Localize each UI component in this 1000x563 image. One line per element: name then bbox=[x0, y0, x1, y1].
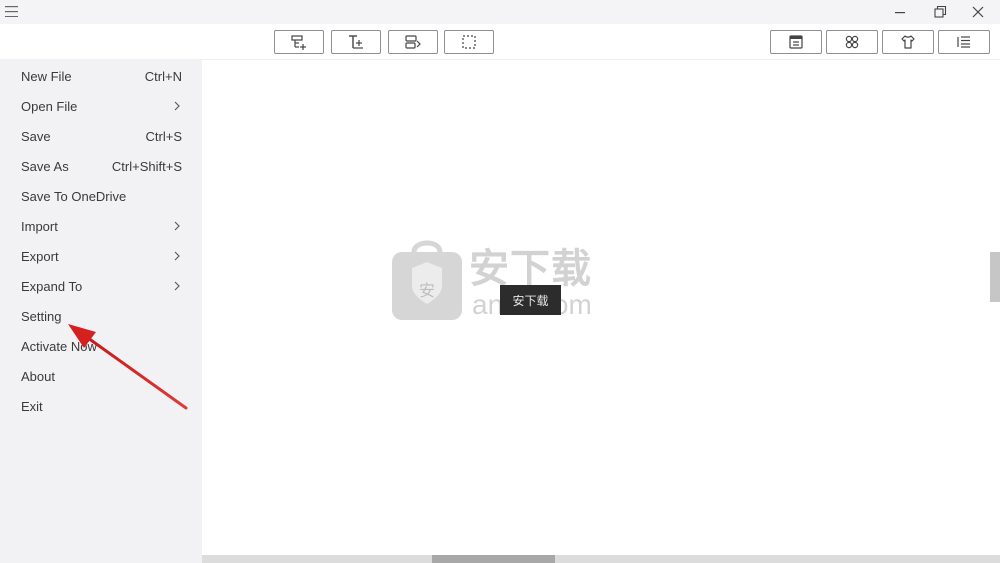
vertical-scrollbar-thumb[interactable] bbox=[990, 252, 1000, 302]
menu-item-label: Open File bbox=[21, 98, 78, 114]
menu-item-export[interactable]: Export bbox=[0, 241, 202, 271]
menu-item-label: Save As bbox=[21, 158, 69, 174]
file-menu: New File Ctrl+N Open File Save Ctrl+S Sa… bbox=[0, 60, 202, 563]
select-area-button[interactable] bbox=[444, 30, 494, 54]
horizontal-scrollbar-thumb[interactable] bbox=[432, 555, 555, 563]
select-area-icon bbox=[462, 35, 476, 49]
menu-item-save[interactable]: Save Ctrl+S bbox=[0, 121, 202, 151]
add-topic-icon bbox=[349, 35, 363, 49]
menu-item-setting[interactable]: Setting bbox=[0, 301, 202, 331]
menu-item-save-to-onedrive[interactable]: Save To OneDrive bbox=[0, 181, 202, 211]
layout-button[interactable] bbox=[770, 30, 822, 54]
chevron-right-icon bbox=[174, 101, 180, 111]
style-icon bbox=[845, 35, 859, 49]
add-subtopic-icon bbox=[291, 35, 306, 50]
menu-item-label: Setting bbox=[21, 308, 62, 324]
menu-item-about[interactable]: About bbox=[0, 361, 202, 391]
layout-icon bbox=[789, 35, 803, 49]
menu-item-label: Save To OneDrive bbox=[21, 188, 127, 204]
add-topic-button[interactable] bbox=[331, 30, 381, 54]
watermark-tag: 安下载 bbox=[500, 285, 561, 315]
menu-item-label: Exit bbox=[21, 398, 43, 414]
watermark-title: 安下载 bbox=[469, 246, 592, 292]
minimize-icon[interactable] bbox=[890, 3, 910, 21]
vertical-scrollbar-track[interactable] bbox=[990, 60, 1000, 555]
menu-item-label: Save bbox=[21, 128, 51, 144]
chevron-right-icon bbox=[174, 221, 180, 231]
menu-item-shortcut: Ctrl+Shift+S bbox=[111, 158, 182, 174]
add-note-icon bbox=[405, 35, 421, 49]
toolbar bbox=[0, 24, 1000, 60]
title-bar bbox=[0, 0, 1000, 24]
hamburger-menu-icon[interactable] bbox=[5, 6, 18, 17]
menu-item-label: About bbox=[21, 368, 55, 384]
close-icon[interactable] bbox=[968, 3, 988, 21]
menu-item-import[interactable]: Import bbox=[0, 211, 202, 241]
style-button[interactable] bbox=[826, 30, 878, 54]
add-subtopic-button[interactable] bbox=[274, 30, 324, 54]
outline-icon bbox=[957, 36, 970, 48]
menu-item-label: New File bbox=[21, 68, 72, 84]
menu-item-shortcut: Ctrl+S bbox=[145, 128, 182, 144]
menu-item-shortcut: Ctrl+N bbox=[144, 68, 182, 84]
menu-item-label: Expand To bbox=[21, 278, 83, 294]
add-note-button[interactable] bbox=[388, 30, 438, 54]
menu-item-expand-to[interactable]: Expand To bbox=[0, 271, 202, 301]
chevron-right-icon bbox=[174, 281, 180, 291]
theme-button[interactable] bbox=[882, 30, 934, 54]
horizontal-scrollbar-track[interactable] bbox=[202, 555, 1000, 563]
watermark-badge-text: 安 bbox=[419, 281, 435, 300]
menu-item-label: Export bbox=[21, 248, 59, 264]
menu-item-label: Import bbox=[21, 218, 58, 234]
menu-item-label: Activate Now bbox=[21, 338, 97, 354]
menu-item-activate-now[interactable]: Activate Now bbox=[0, 331, 202, 361]
restore-icon[interactable] bbox=[930, 3, 950, 21]
outline-button[interactable] bbox=[938, 30, 990, 54]
menu-item-save-as[interactable]: Save As Ctrl+Shift+S bbox=[0, 151, 202, 181]
menu-item-open-file[interactable]: Open File bbox=[0, 91, 202, 121]
theme-icon bbox=[901, 35, 915, 49]
menu-item-new-file[interactable]: New File Ctrl+N bbox=[0, 61, 202, 91]
chevron-right-icon bbox=[174, 251, 180, 261]
menu-item-exit[interactable]: Exit bbox=[0, 391, 202, 421]
